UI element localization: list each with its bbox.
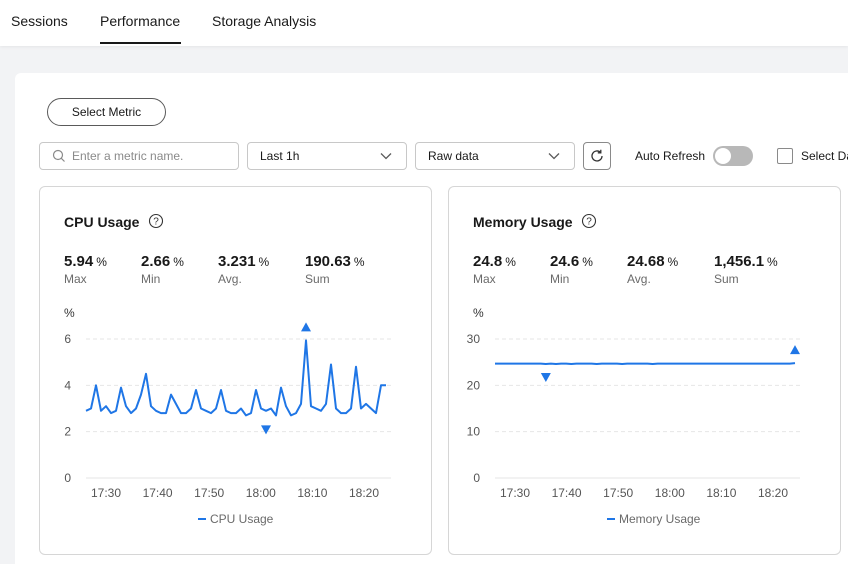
x-tick-label: 17:50 <box>603 486 633 500</box>
series-line <box>85 339 386 417</box>
x-tick-label: 18:10 <box>297 486 327 500</box>
toggle-knob <box>715 148 731 164</box>
y-tick-label: 30 <box>467 332 481 346</box>
refresh-icon <box>591 149 603 162</box>
x-tick-label: 18:00 <box>655 486 685 500</box>
y-tick-label: 20 <box>467 378 481 392</box>
series-line <box>495 362 796 365</box>
chevron-down-icon <box>380 153 392 160</box>
max-marker-icon <box>301 322 311 332</box>
time-range-select[interactable]: Last 1h <box>247 142 407 170</box>
x-tick-label: 17:50 <box>194 486 224 500</box>
y-tick-label: 0 <box>64 471 71 485</box>
x-tick-label: 17:30 <box>500 486 530 500</box>
min-marker-icon <box>261 425 271 435</box>
auto-refresh-toggle[interactable] <box>713 146 753 166</box>
select-all-label: Select Da <box>801 149 848 163</box>
tab-bar: Sessions Performance Storage Analysis <box>0 0 848 46</box>
refresh-button[interactable] <box>583 142 611 170</box>
x-tick-label: 18:20 <box>349 486 379 500</box>
memory-usage-card: Memory Usage ? 24.8% Max 24.6% Min 24.68% A… <box>448 186 841 555</box>
metric-search-input[interactable] <box>72 149 222 163</box>
cpu-usage-chart: % 0 2 4 6 17:30 17:40 17:50 18:00 18:10 18:20 CPU U… <box>64 306 391 526</box>
y-axis-unit-label: % <box>473 306 484 320</box>
y-tick-label: 0 <box>473 471 480 485</box>
x-tick-label: 18:10 <box>706 486 736 500</box>
y-axis-unit-label: % <box>64 306 75 320</box>
legend-label: CPU Usage <box>210 512 274 526</box>
tab-storage-analysis[interactable]: Storage Analysis <box>212 13 316 29</box>
y-tick-label: 2 <box>64 425 71 439</box>
select-metric-button[interactable]: Select Metric <box>47 98 166 126</box>
x-tick-label: 17:30 <box>91 486 121 500</box>
chevron-down-icon <box>548 153 560 160</box>
tab-sessions[interactable]: Sessions <box>11 13 68 29</box>
min-marker-icon <box>540 373 551 383</box>
active-tab-indicator <box>100 42 181 44</box>
max-marker-icon <box>790 345 800 355</box>
tab-performance[interactable]: Performance <box>100 13 180 29</box>
select-all-checkbox[interactable] <box>777 148 793 164</box>
x-tick-label: 17:40 <box>143 486 173 500</box>
data-mode-select[interactable]: Raw data <box>415 142 575 170</box>
y-tick-label: 6 <box>64 332 71 346</box>
cpu-usage-card: CPU Usage ? 5.94% Max 2.66% Min 3.231% Avg.… <box>39 186 432 555</box>
x-tick-label: 18:00 <box>246 486 276 500</box>
x-tick-label: 17:40 <box>552 486 582 500</box>
auto-refresh-label: Auto Refresh <box>635 149 706 163</box>
search-icon <box>52 149 65 162</box>
x-tick-label: 18:20 <box>758 486 788 500</box>
legend-label: Memory Usage <box>619 512 701 526</box>
time-range-value: Last 1h <box>260 149 300 163</box>
memory-usage-chart: % 0 10 20 30 17:30 17:40 17:50 18:00 18:10 18:20 Me… <box>467 306 800 526</box>
metric-search[interactable] <box>39 142 239 170</box>
y-tick-label: 10 <box>467 425 481 439</box>
data-mode-value: Raw data <box>428 149 479 163</box>
y-tick-label: 4 <box>64 378 71 392</box>
